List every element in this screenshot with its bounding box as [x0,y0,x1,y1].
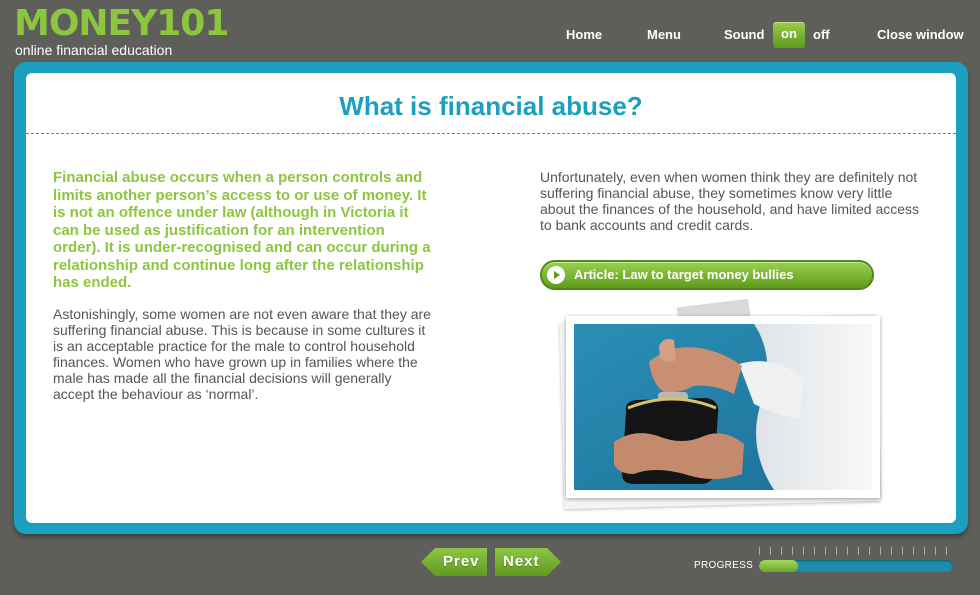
progress-bar [759,560,953,572]
intro-paragraph: Financial abuse occurs when a person con… [53,169,431,291]
progress-label: PROGRESS [694,560,754,571]
top-navigation: Home Menu Sound on off Close window [0,22,980,48]
progress-ticks [759,547,953,555]
title-divider [26,133,956,134]
purse-photo [574,324,872,490]
next-button[interactable]: Next [495,548,561,576]
menu-link[interactable]: Menu [647,27,681,43]
prev-button[interactable]: Prev [421,548,487,576]
sound-on-toggle[interactable]: on [773,22,805,48]
page-title: What is financial abuse? [339,91,643,121]
sound-label: Sound [724,27,765,42]
close-window-link[interactable]: Close window [877,27,964,43]
photo-frame [566,316,880,498]
body-paragraph-right: Unfortunately, even when women think the… [540,169,920,233]
sound-off-toggle[interactable]: off [813,27,830,43]
play-icon [547,266,565,284]
article-link-button[interactable]: Article: Law to target money bullies [540,260,874,290]
purse-illustration [574,324,872,490]
content-frame: What is financial abuse? Financial abuse… [14,62,968,534]
article-link-label: Article: Law to target money bullies [574,267,794,282]
body-paragraph-left: Astonishingly, some women are not even a… [53,306,431,402]
home-link[interactable]: Home [566,27,602,43]
progress-fill [759,560,798,572]
photo-card [559,298,886,510]
content-panel: What is financial abuse? Financial abuse… [26,73,956,523]
